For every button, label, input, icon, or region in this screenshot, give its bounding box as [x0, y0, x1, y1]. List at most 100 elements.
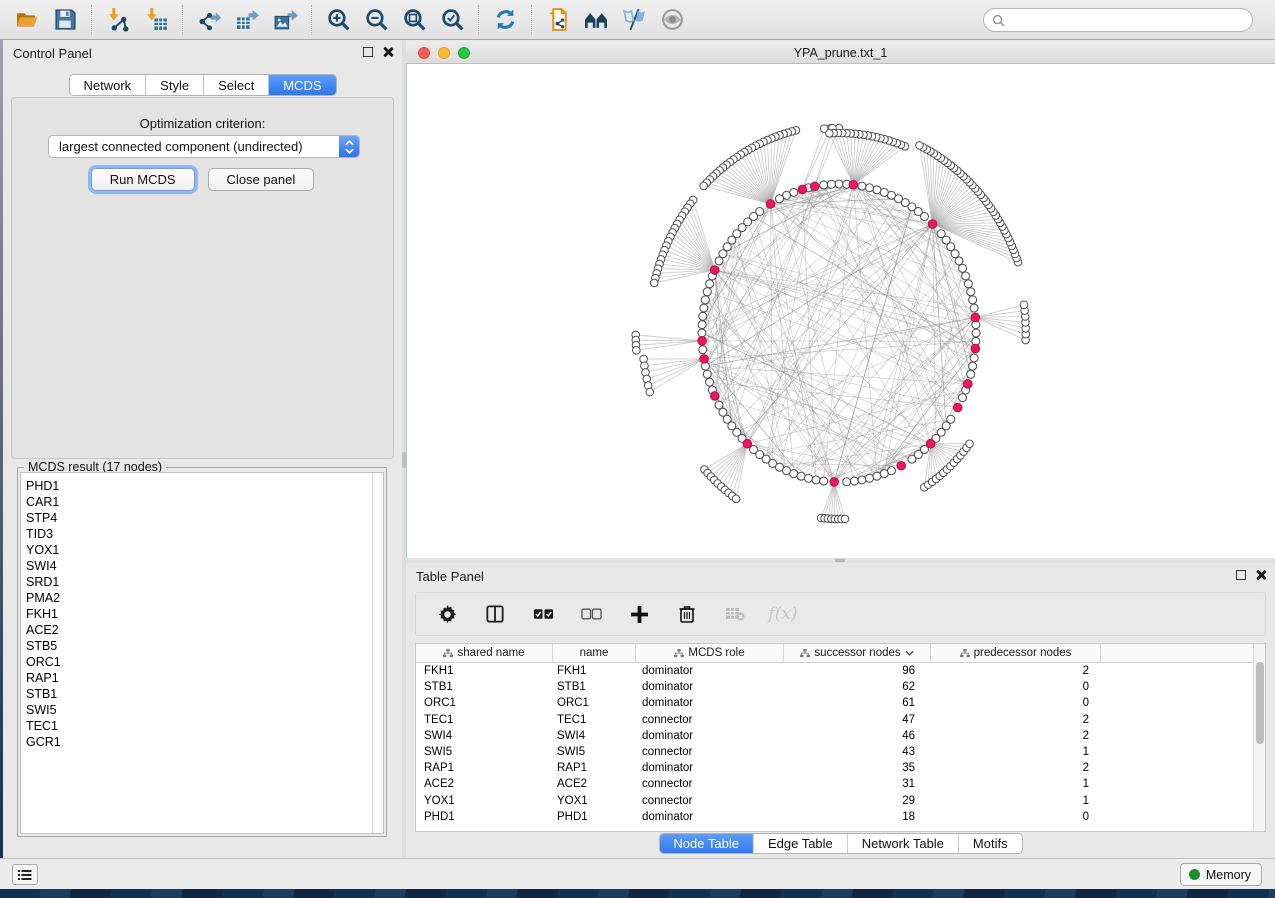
add-column-button[interactable]	[626, 600, 652, 628]
mcds-result-item[interactable]: CAR1	[21, 494, 371, 510]
delete-table-button[interactable]	[722, 600, 748, 628]
mcds-result-item[interactable]: GCR1	[21, 734, 371, 750]
close-panel-button[interactable]: Close panel	[208, 168, 315, 191]
control-panel-title: Control Panel	[13, 46, 92, 61]
window-close-icon[interactable]	[418, 47, 430, 59]
show-all-button[interactable]	[653, 3, 691, 37]
window-maximize-icon[interactable]	[458, 47, 470, 59]
save-session-button[interactable]	[46, 3, 84, 37]
mcds-result-item[interactable]: SRD1	[21, 574, 371, 590]
new-network-from-selection-button[interactable]	[539, 3, 577, 37]
float-panel-icon[interactable]	[1236, 570, 1246, 580]
table-tab[interactable]: Motifs	[959, 834, 1022, 853]
mcds-result-item[interactable]: SWI5	[21, 702, 371, 718]
application-window: Control Panel NetworkStyleSelectMCDS Opt…	[0, 0, 1275, 898]
table-row[interactable]: YOX1 YOX1 connector 29 1	[416, 793, 1253, 809]
table-row[interactable]: ORC1 ORC1 dominator 61 0	[416, 695, 1253, 711]
column-header-successor-nodes[interactable]: successor nodes	[784, 644, 931, 662]
task-history-button[interactable]	[12, 864, 38, 885]
delete-columns-button[interactable]	[674, 600, 700, 628]
export-network-button[interactable]	[190, 3, 228, 37]
mcds-result-item[interactable]: STB5	[21, 638, 371, 654]
toolbar-separator	[478, 5, 479, 35]
table-tab[interactable]: Network Table	[848, 834, 959, 853]
mcds-result-item[interactable]: PMA2	[21, 590, 371, 606]
control-panel-tab[interactable]: Select	[204, 75, 269, 95]
network-canvas[interactable]	[406, 64, 1275, 558]
zoom-in-button[interactable]	[319, 3, 357, 37]
zoom-out-button[interactable]	[357, 3, 395, 37]
column-header-name[interactable]: name	[553, 644, 636, 662]
dropdown-selected-value: largest connected component (undirected)	[49, 139, 339, 154]
cell-mcds-role: dominator	[636, 811, 784, 823]
mcds-result-item[interactable]: PHD1	[21, 478, 371, 494]
network-window-titlebar[interactable]: YPA_prune.txt_1	[406, 42, 1275, 64]
column-header-shared-name[interactable]: shared name	[416, 644, 553, 662]
mcds-result-item[interactable]: ORC1	[21, 654, 371, 670]
zoom-selected-button[interactable]	[433, 3, 471, 37]
mcds-result-list[interactable]: PHD1CAR1STP4TID3YOX1SWI4SRD1PMA2FKH1ACE2…	[20, 472, 384, 834]
mcds-result-item[interactable]: SWI4	[21, 558, 371, 574]
table-row[interactable]: SWI4 SWI4 dominator 46 2	[416, 728, 1253, 744]
table-row[interactable]: TEC1 TEC1 connector 47 2	[416, 712, 1253, 728]
deselect-all-button[interactable]	[578, 600, 604, 628]
import-table-button[interactable]	[137, 3, 175, 37]
table-tab[interactable]: Node Table	[659, 834, 754, 853]
optimization-criterion-dropdown[interactable]: largest connected component (undirected)	[48, 135, 360, 158]
export-table-button[interactable]	[228, 3, 266, 37]
memory-button[interactable]: Memory	[1180, 863, 1262, 886]
dropdown-stepper-icon	[339, 136, 359, 157]
search-input[interactable]	[1005, 10, 1252, 30]
control-panel-tab[interactable]: Network	[69, 75, 146, 95]
table-row[interactable]: SWI5 SWI5 connector 43 1	[416, 744, 1253, 760]
select-all-button[interactable]	[530, 600, 556, 628]
table-tab[interactable]: Edge Table	[754, 834, 848, 853]
mcds-result-item[interactable]: STB1	[21, 686, 371, 702]
show-column-button[interactable]	[482, 600, 508, 628]
sort-descending-icon	[905, 650, 914, 656]
table-row[interactable]: STB1 STB1 dominator 62 0	[416, 679, 1253, 695]
mcds-result-item[interactable]: TID3	[21, 526, 371, 542]
equation-builder-button[interactable]: f(x)	[770, 600, 796, 628]
mcds-list-scrollbar[interactable]	[372, 473, 383, 833]
float-panel-icon[interactable]	[363, 47, 373, 57]
table-scrollbar[interactable]	[1253, 644, 1265, 831]
close-panel-icon[interactable]	[1255, 569, 1267, 581]
first-neighbors-button[interactable]	[577, 3, 615, 37]
apply-layout-button[interactable]	[486, 3, 524, 37]
export-image-button[interactable]	[266, 3, 304, 37]
open-file-button[interactable]	[8, 3, 46, 37]
cell-predecessor-nodes: 0	[931, 681, 1101, 693]
control-panel-tab[interactable]: Style	[146, 75, 204, 95]
mcds-result-item[interactable]: FKH1	[21, 606, 371, 622]
import-network-button[interactable]	[99, 3, 137, 37]
table-options-button[interactable]	[434, 600, 460, 628]
search-box[interactable]	[983, 8, 1253, 32]
run-mcds-button[interactable]: Run MCDS	[91, 168, 195, 191]
column-header-predecessor-nodes[interactable]: predecessor nodes	[931, 644, 1101, 662]
splitter-grip[interactable]	[835, 559, 845, 562]
window-minimize-icon[interactable]	[438, 47, 450, 59]
table-row[interactable]: ACE2 ACE2 connector 31 1	[416, 776, 1253, 792]
mcds-result-item[interactable]: ACE2	[21, 622, 371, 638]
export-image-icon	[273, 7, 298, 32]
fit-content-button[interactable]	[395, 3, 433, 37]
hide-selected-button[interactable]	[615, 3, 653, 37]
mcds-result-item[interactable]: YOX1	[21, 542, 371, 558]
cell-predecessor-nodes: 0	[931, 811, 1101, 823]
zoom-in-icon	[326, 7, 351, 32]
table-row[interactable]: PHD1 PHD1 dominator 18 0	[416, 809, 1253, 825]
cell-name: STB1	[553, 681, 636, 693]
mcds-result-item[interactable]: STP4	[21, 510, 371, 526]
close-panel-icon[interactable]	[382, 46, 394, 58]
mcds-result-item[interactable]: RAP1	[21, 670, 371, 686]
table-row[interactable]: RAP1 RAP1 dominator 35 2	[416, 760, 1253, 776]
table-row[interactable]: FKH1 FKH1 dominator 96 2	[416, 663, 1253, 679]
column-header-mcds-role[interactable]: MCDS role	[636, 644, 784, 662]
cell-mcds-role: connector	[636, 795, 784, 807]
control-panel-tab[interactable]: MCDS	[269, 75, 335, 95]
export-table-icon	[235, 7, 260, 32]
cell-shared-name: RAP1	[416, 762, 553, 774]
mcds-result-item[interactable]: TEC1	[21, 718, 371, 734]
scrollbar-thumb[interactable]	[1256, 662, 1264, 744]
